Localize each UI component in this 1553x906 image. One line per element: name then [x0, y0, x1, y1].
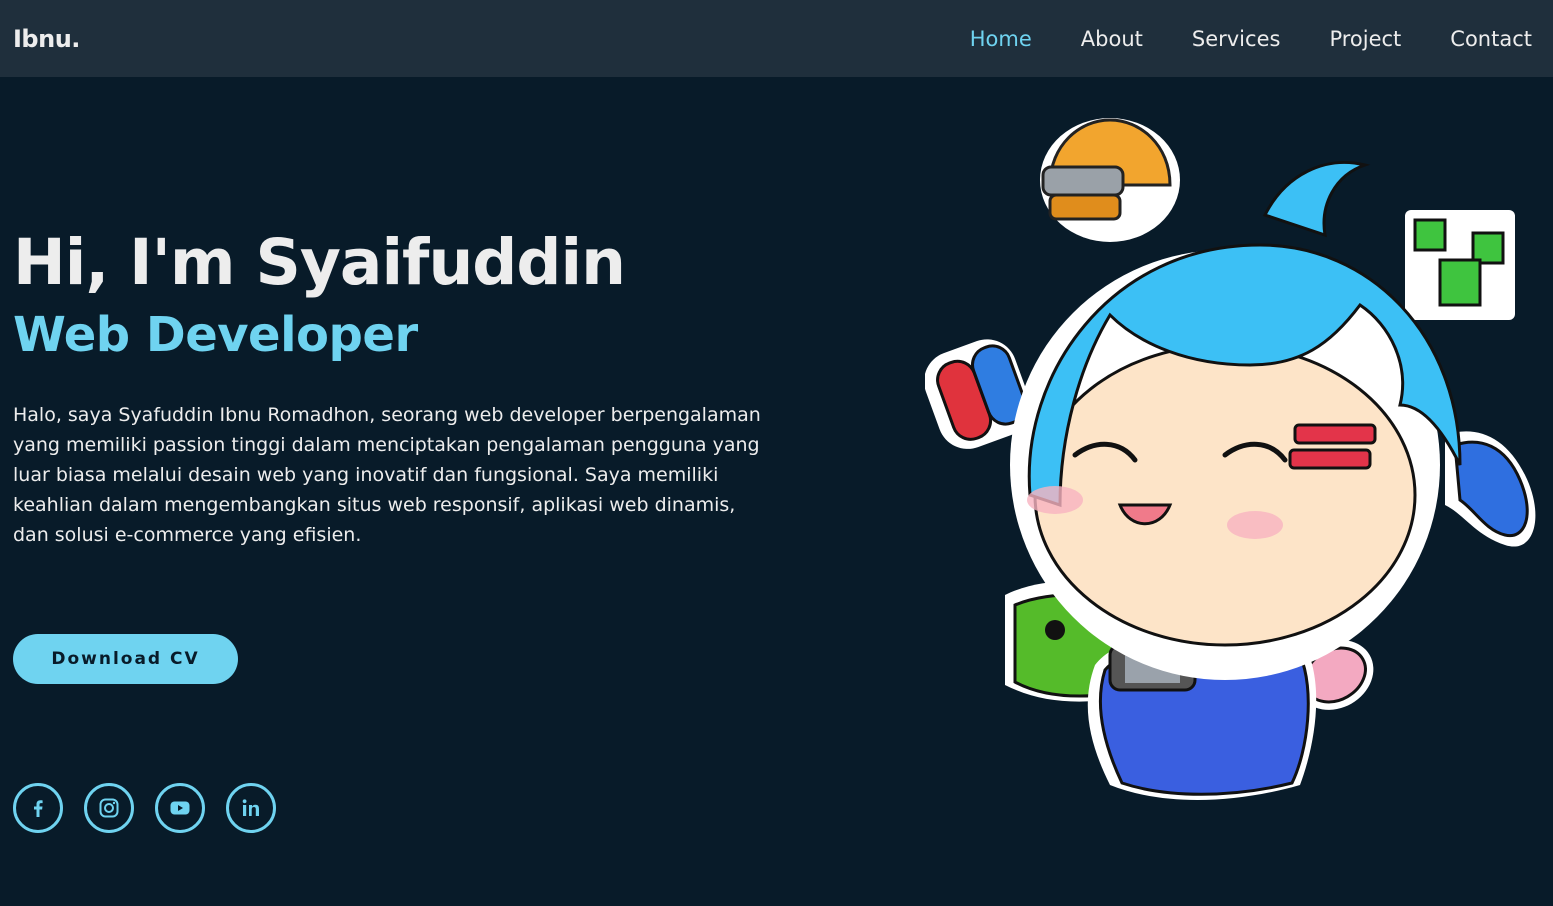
navbar: Ibnu. Home About Services Project Contac…: [0, 0, 1553, 77]
site-logo[interactable]: Ibnu.: [13, 25, 80, 53]
character-head: [1010, 160, 1462, 680]
creeper-sticker: [1405, 210, 1515, 320]
linkedin-link[interactable]: [226, 783, 276, 833]
nav-link-project[interactable]: Project: [1329, 27, 1401, 51]
social-links: [13, 783, 276, 833]
youtube-link[interactable]: [155, 783, 205, 833]
nav-link-contact[interactable]: Contact: [1450, 27, 1532, 51]
nav-link-home[interactable]: Home: [970, 27, 1032, 51]
linkedin-icon: [242, 799, 259, 816]
hero-title: Hi, I'm Syaifuddin: [13, 226, 626, 299]
chibi-gamer-illustration: [925, 118, 1536, 800]
nav-link-about[interactable]: About: [1081, 27, 1143, 51]
instagram-icon: [99, 798, 119, 818]
helmet-sticker: [1040, 118, 1180, 242]
youtube-icon: [170, 801, 190, 815]
facebook-icon: [34, 800, 43, 817]
hero-description: Halo, saya Syafuddin Ibnu Romadhon, seor…: [13, 404, 761, 547]
hero-role: Web Developer: [13, 306, 418, 363]
instagram-link[interactable]: [84, 783, 134, 833]
hero-section: Hi, I'm Syaifuddin Web Developer Halo, s…: [13, 225, 793, 550]
download-cv-button[interactable]: Download CV: [13, 634, 238, 684]
nav-menu: Home About Services Project Contact: [970, 27, 1532, 51]
nav-link-services[interactable]: Services: [1192, 27, 1281, 51]
facebook-link[interactable]: [13, 783, 63, 833]
